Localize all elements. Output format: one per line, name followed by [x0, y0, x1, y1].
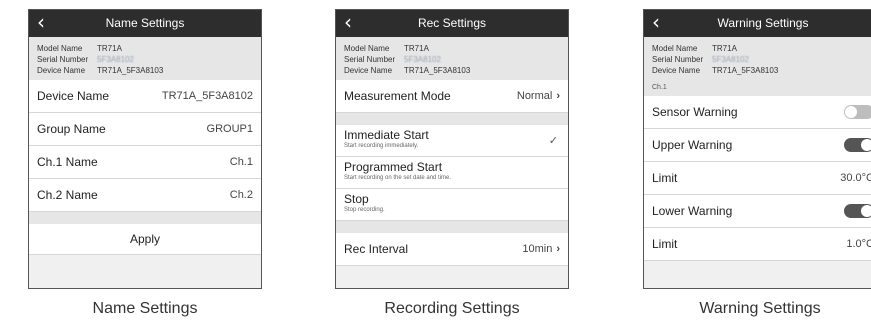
- mode-title: Immediate Start: [344, 128, 429, 142]
- lower-warning-toggle[interactable]: [844, 204, 871, 218]
- ch1-name-row[interactable]: Ch.1 Name Ch.1: [29, 146, 261, 179]
- model-name-value: TR71A: [712, 44, 737, 53]
- mode-stop[interactable]: Stop Stop recording.: [336, 189, 568, 221]
- back-chevron-icon[interactable]: ‹: [344, 10, 352, 35]
- title-bar: ‹ Warning Settings: [644, 10, 871, 37]
- ch2-name-row-label: Ch.2 Name: [37, 188, 98, 202]
- serial-number-value: 5F3A8102: [97, 55, 134, 64]
- sensor-warning-label: Sensor Warning: [652, 105, 738, 119]
- mode-title: Stop: [344, 192, 369, 206]
- serial-number-label: Serial Number: [652, 55, 704, 64]
- lower-limit-row[interactable]: Limit 1.0°C: [644, 228, 871, 261]
- upper-limit-row[interactable]: Limit 30.0°C: [644, 162, 871, 195]
- model-name-value: TR71A: [97, 44, 122, 53]
- checkmark-icon: ✓: [548, 135, 558, 147]
- device-name-row[interactable]: Device Name TR71A_5F3A8102: [29, 80, 261, 113]
- upper-warning-row: Upper Warning: [644, 129, 871, 162]
- mode-description: Start recording immediately.: [344, 143, 419, 149]
- device-name-row-value: TR71A_5F3A8102: [161, 90, 253, 102]
- measurement-mode-label: Measurement Mode: [344, 89, 451, 103]
- lower-warning-row: Lower Warning: [644, 195, 871, 228]
- caption-recording-settings: Recording Settings: [384, 300, 520, 317]
- device-name-label: Device Name: [652, 66, 701, 75]
- lower-limit-value: 1.0°C: [846, 238, 871, 250]
- mode-programmed-start[interactable]: Programmed Start Start recording on the …: [336, 157, 568, 189]
- rec-interval-label: Rec Interval: [344, 242, 409, 256]
- name-settings-screen: ‹ Name Settings Model Name TR71A Serial N…: [28, 9, 262, 289]
- device-name-label: Device Name: [37, 66, 86, 75]
- chevron-right-icon: ›: [556, 90, 560, 102]
- mode-description: Start recording on the set date and time…: [344, 175, 452, 181]
- warning-settings-screen: ‹ Warning Settings Model Name TR71A Seria…: [643, 9, 871, 289]
- group-name-row-label: Group Name: [37, 122, 106, 136]
- serial-number-value: 5F3A8102: [404, 55, 441, 64]
- device-name-row-label: Device Name: [37, 89, 110, 103]
- measurement-mode-value: Normal: [516, 90, 553, 102]
- model-name-value: TR71A: [404, 44, 429, 53]
- screen-title: Rec Settings: [417, 16, 487, 30]
- serial-number-label: Serial Number: [37, 55, 89, 64]
- section-gap: [29, 212, 261, 224]
- ch1-name-row-label: Ch.1 Name: [37, 155, 98, 169]
- device-info: Model Name TR71A Serial Number 5F3A8102 De…: [644, 37, 871, 80]
- ch2-name-row-value: Ch.2: [229, 189, 253, 201]
- ch1-name-row-value: Ch.1: [229, 156, 253, 168]
- back-chevron-icon[interactable]: ‹: [37, 10, 45, 35]
- screen-title: Warning Settings: [717, 16, 809, 30]
- title-bar: ‹ Rec Settings: [336, 10, 568, 37]
- upper-limit-label: Limit: [652, 171, 678, 185]
- apply-button[interactable]: Apply: [29, 224, 261, 255]
- group-name-row[interactable]: Group Name GROUP1: [29, 113, 261, 146]
- title-bar: ‹ Name Settings: [29, 10, 261, 37]
- channel-header: Ch.1: [644, 80, 871, 96]
- sensor-warning-toggle[interactable]: [844, 105, 871, 119]
- mode-immediate-start[interactable]: Immediate Start Start recording immediat…: [336, 125, 568, 157]
- device-name-value: TR71A_5F3A8103: [712, 66, 779, 75]
- device-info: Model Name TR71A Serial Number 5F3A8102 De…: [29, 37, 261, 80]
- back-chevron-icon[interactable]: ‹: [652, 10, 660, 35]
- upper-limit-value: 30.0°C: [840, 172, 871, 184]
- mode-title: Programmed Start: [344, 160, 443, 174]
- device-name-value: TR71A_5F3A8103: [404, 66, 471, 75]
- serial-number-label: Serial Number: [344, 55, 396, 64]
- lower-limit-label: Limit: [652, 237, 678, 251]
- caption-name-settings: Name Settings: [92, 300, 198, 317]
- section-gap: [336, 221, 568, 233]
- serial-number-value: 5F3A8102: [712, 55, 749, 64]
- device-name-label: Device Name: [344, 66, 393, 75]
- ch2-name-row[interactable]: Ch.2 Name Ch.2: [29, 179, 261, 212]
- section-gap: [336, 113, 568, 125]
- rec-interval-value: 10min: [522, 243, 553, 255]
- model-name-label: Model Name: [37, 44, 83, 53]
- device-info: Model Name TR71A Serial Number 5F3A8102 De…: [336, 37, 568, 80]
- chevron-right-icon: ›: [556, 243, 560, 255]
- caption-warning-settings: Warning Settings: [699, 300, 821, 317]
- model-name-label: Model Name: [652, 44, 698, 53]
- lower-warning-label: Lower Warning: [652, 204, 733, 218]
- model-name-label: Model Name: [344, 44, 390, 53]
- mode-description: Stop recording.: [344, 207, 385, 213]
- upper-warning-toggle[interactable]: [844, 138, 871, 152]
- device-name-value: TR71A_5F3A8103: [97, 66, 164, 75]
- rec-settings-screen: ‹ Rec Settings Model Name TR71A Serial Nu…: [335, 9, 569, 289]
- screen-title: Name Settings: [105, 16, 185, 30]
- measurement-mode-row[interactable]: Measurement Mode Normal ›: [336, 80, 568, 113]
- sensor-warning-row: Sensor Warning: [644, 96, 871, 129]
- upper-warning-label: Upper Warning: [652, 138, 733, 152]
- rec-interval-row[interactable]: Rec Interval 10min ›: [336, 233, 568, 266]
- group-name-row-value: GROUP1: [206, 123, 253, 135]
